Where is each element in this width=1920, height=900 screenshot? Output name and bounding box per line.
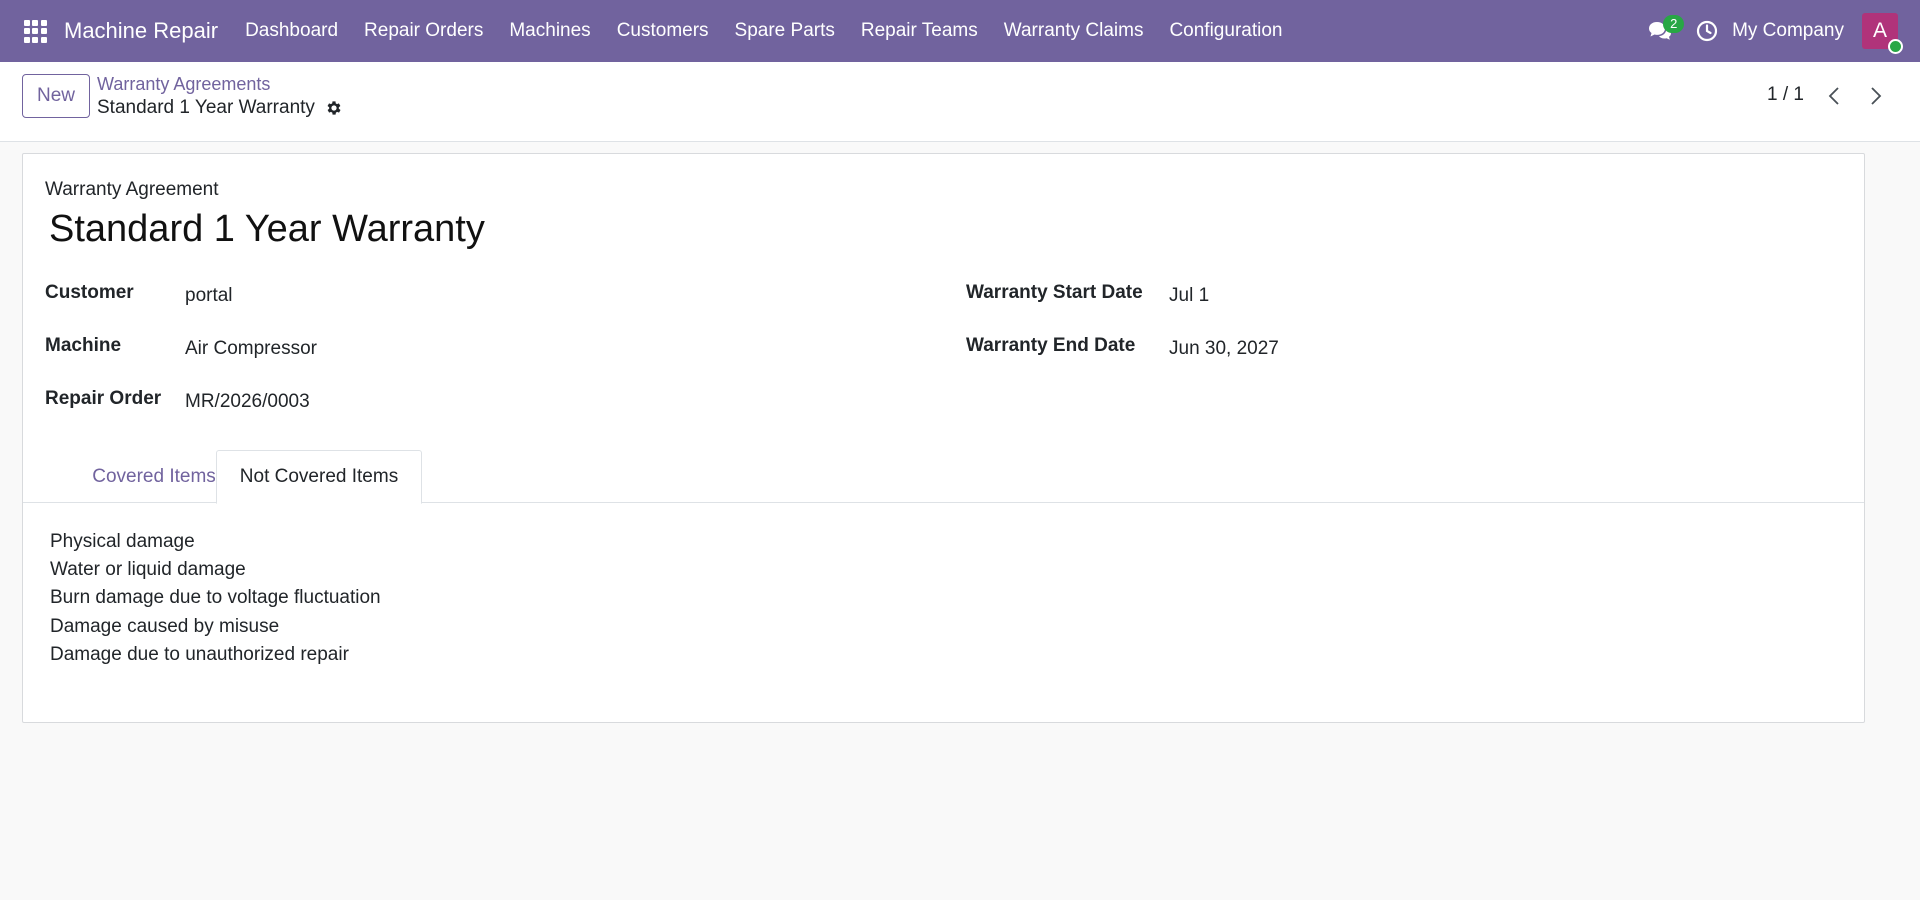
warranty-start-date-label: Warranty Start Date [966, 282, 1143, 303]
repair-order-label: Repair Order [45, 388, 162, 409]
repair-order-field[interactable]: MR/2026/0003 [185, 391, 310, 413]
form-sheet: Warranty Agreement Standard 1 Year Warra… [22, 153, 1865, 723]
record-name-field[interactable]: Standard 1 Year Warranty [49, 208, 485, 251]
breadcrumb-current-label: Standard 1 Year Warranty [97, 97, 315, 118]
top-navbar: Machine Repair Dashboard Repair Orders M… [0, 0, 1920, 62]
gear-icon[interactable] [325, 99, 343, 117]
new-button[interactable]: New [22, 74, 90, 118]
company-switcher[interactable]: My Company [1732, 20, 1844, 42]
model-label: Warranty Agreement [45, 179, 219, 200]
warranty-end-date-label: Warranty End Date [966, 335, 1136, 356]
not-covered-items-text[interactable]: Physical damage Water or liquid damage B… [50, 528, 381, 669]
breadcrumb-current: Standard 1 Year Warranty [97, 97, 343, 119]
avatar-letter: A [1872, 19, 1887, 42]
menu-item-repair-orders[interactable]: Repair Orders [351, 20, 496, 42]
chevron-right-icon[interactable] [1864, 82, 1888, 110]
control-panel: New Warranty Agreements Standard 1 Year … [0, 62, 1920, 142]
tab-not-covered-items[interactable]: Not Covered Items [216, 450, 422, 504]
menu-item-warranty-claims[interactable]: Warranty Claims [991, 20, 1157, 42]
user-avatar[interactable]: A [1862, 13, 1903, 54]
notebook-tabs: Covered Items Not Covered Items [23, 450, 1864, 504]
menu-item-repair-teams[interactable]: Repair Teams [848, 20, 991, 42]
apps-menu-icon[interactable] [0, 0, 70, 62]
main-menu: Dashboard Repair Orders Machines Custome… [232, 20, 1295, 42]
list-item: Damage caused by misuse [50, 615, 280, 637]
list-item: Water or liquid damage [50, 559, 246, 581]
warranty-start-date-field[interactable]: Jul 1 [1169, 285, 1209, 307]
navbar-systray: 2 My Company A [1642, 0, 1920, 62]
menu-item-machines[interactable]: Machines [496, 20, 603, 42]
machine-label: Machine [45, 335, 122, 356]
clock-icon[interactable] [1690, 11, 1724, 51]
app-brand[interactable]: Machine Repair [64, 18, 218, 44]
pager-value[interactable]: 1 / 1 [1767, 84, 1804, 106]
breadcrumb-warranty-agreements[interactable]: Warranty Agreements [97, 74, 270, 95]
chat-icon[interactable]: 2 [1642, 11, 1685, 51]
chevron-left-icon[interactable] [1822, 82, 1846, 110]
customer-label: Customer [45, 282, 134, 303]
machine-field[interactable]: Air Compressor [185, 338, 317, 360]
menu-item-configuration[interactable]: Configuration [1156, 20, 1295, 42]
tab-covered-items[interactable]: Covered Items [68, 450, 240, 503]
chat-badge: 2 [1663, 15, 1685, 33]
customer-field[interactable]: portal [185, 285, 233, 307]
menu-item-customers[interactable]: Customers [604, 20, 722, 42]
online-status-icon [1888, 39, 1903, 54]
menu-item-spare-parts[interactable]: Spare Parts [722, 20, 848, 42]
list-item: Physical damage [50, 531, 195, 552]
list-item: Damage due to unauthorized repair [50, 643, 349, 665]
menu-item-dashboard[interactable]: Dashboard [232, 20, 351, 42]
warranty-end-date-field[interactable]: Jun 30, 2027 [1169, 338, 1279, 360]
list-item: Burn damage due to voltage fluctuation [50, 587, 381, 609]
